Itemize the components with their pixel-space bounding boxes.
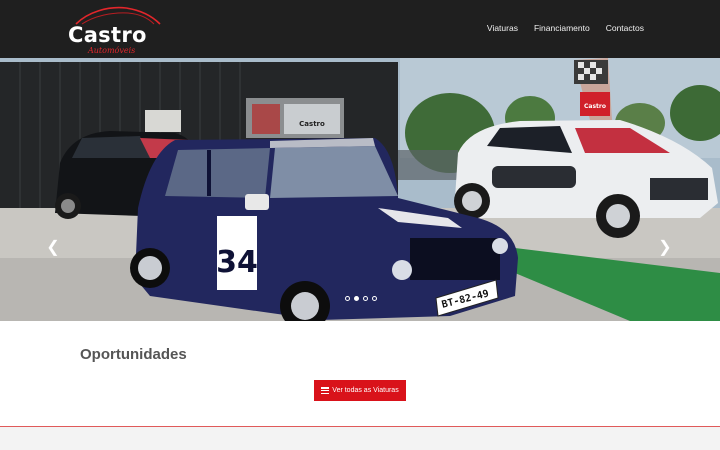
- chevron-left-icon: ❮: [46, 239, 60, 256]
- hero-carousel[interactable]: Castro Castro 34 BT-82-49 ❮ ❯: [0, 58, 720, 321]
- building-sign: Castro: [299, 120, 325, 128]
- carousel-dot-3[interactable]: [363, 296, 368, 301]
- brand-name: Castro: [68, 23, 147, 47]
- next-section-band: [0, 427, 720, 450]
- flag-text: Castro: [584, 103, 606, 110]
- carousel-prev-button[interactable]: ❮: [46, 238, 60, 258]
- carousel-dot-2[interactable]: [354, 296, 359, 301]
- site-header: Castro Automóveis Viaturas Financiamento…: [0, 0, 720, 58]
- nav-item-contactos[interactable]: Contactos: [606, 22, 644, 34]
- section-title-oportunidades: Oportunidades: [80, 346, 187, 363]
- list-icon: [321, 387, 330, 394]
- main-nav: Viaturas Financiamento Contactos: [487, 22, 644, 34]
- nav-item-viaturas[interactable]: Viaturas: [487, 22, 518, 34]
- view-all-vehicles-label: Ver todas as Viaturas: [332, 387, 399, 394]
- car-number: 34: [216, 245, 258, 280]
- hero-slide-image: Castro Castro 34 BT-82-49: [0, 58, 720, 321]
- carousel-dot-4[interactable]: [372, 296, 377, 301]
- carousel-next-button[interactable]: ❯: [658, 238, 672, 258]
- chevron-right-icon: ❯: [658, 239, 672, 256]
- nav-item-financiamento[interactable]: Financiamento: [534, 22, 590, 34]
- carousel-indicators: [345, 296, 377, 301]
- carousel-dot-1[interactable]: [345, 296, 350, 301]
- brand-tagline: Automóveis: [88, 46, 136, 55]
- brand-logo[interactable]: Castro Automóveis: [68, 4, 168, 55]
- view-all-vehicles-button[interactable]: Ver todas as Viaturas: [314, 380, 406, 401]
